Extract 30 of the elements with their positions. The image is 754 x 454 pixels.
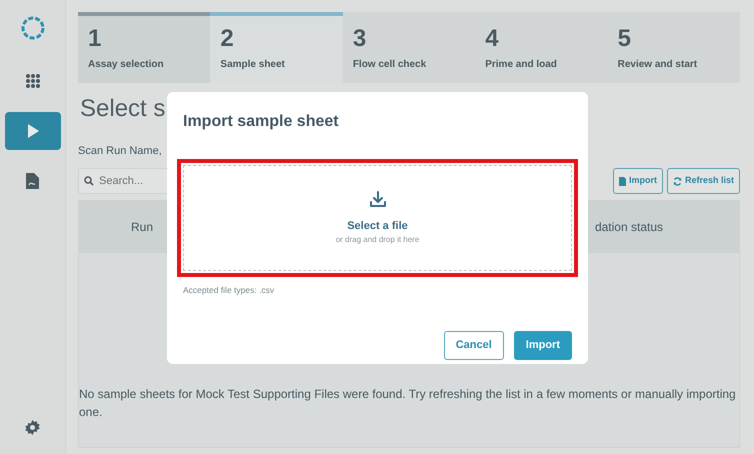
column-header: Run bbox=[131, 219, 154, 236]
modal-title: Import sample sheet bbox=[183, 112, 339, 132]
play-icon bbox=[26, 123, 40, 139]
refresh-icon bbox=[672, 176, 682, 186]
toolbar-button[interactable]: Import bbox=[612, 168, 663, 194]
column-header: dation status bbox=[594, 219, 663, 236]
cancel-button[interactable]: Cancel bbox=[444, 331, 504, 360]
search-icon bbox=[84, 176, 94, 186]
download-icon bbox=[368, 190, 388, 210]
drop-zone-subtitle: or drag and drop it here bbox=[336, 234, 420, 246]
sidebar-item[interactable] bbox=[4, 112, 60, 150]
step-tab[interactable]: 2 Sample sheet bbox=[210, 12, 343, 84]
file-icon bbox=[618, 176, 626, 186]
step-tab[interactable]: 5 Review and start bbox=[608, 12, 740, 84]
hint-text: Scan Run Name, bbox=[78, 144, 162, 160]
drop-zone-title: Select a file bbox=[347, 218, 408, 234]
empty-message: No sample sheets for Mock Test Supporting Files were found. Try refreshing the list in a few moments or manually importing one. bbox=[79, 386, 737, 421]
settings-icon bbox=[24, 418, 41, 436]
step-tab[interactable]: 4 Prime and load bbox=[475, 12, 608, 84]
page-title: Select s bbox=[80, 94, 166, 124]
step-tab[interactable]: 1 Assay selection bbox=[78, 12, 210, 84]
logo-icon bbox=[18, 14, 46, 42]
toolbar-button[interactable]: Refresh list bbox=[666, 168, 740, 194]
step-tab[interactable]: 3 Flow cell check bbox=[342, 12, 476, 84]
grid-icon bbox=[24, 73, 40, 89]
file-type-note: Accepted file types: .csv bbox=[183, 284, 274, 297]
search-field[interactable]: Search... bbox=[78, 168, 168, 194]
import-button[interactable]: Import bbox=[514, 331, 572, 360]
drop-zone[interactable]: Select a file or drag and drop it here bbox=[183, 165, 572, 271]
document-icon bbox=[26, 173, 39, 189]
